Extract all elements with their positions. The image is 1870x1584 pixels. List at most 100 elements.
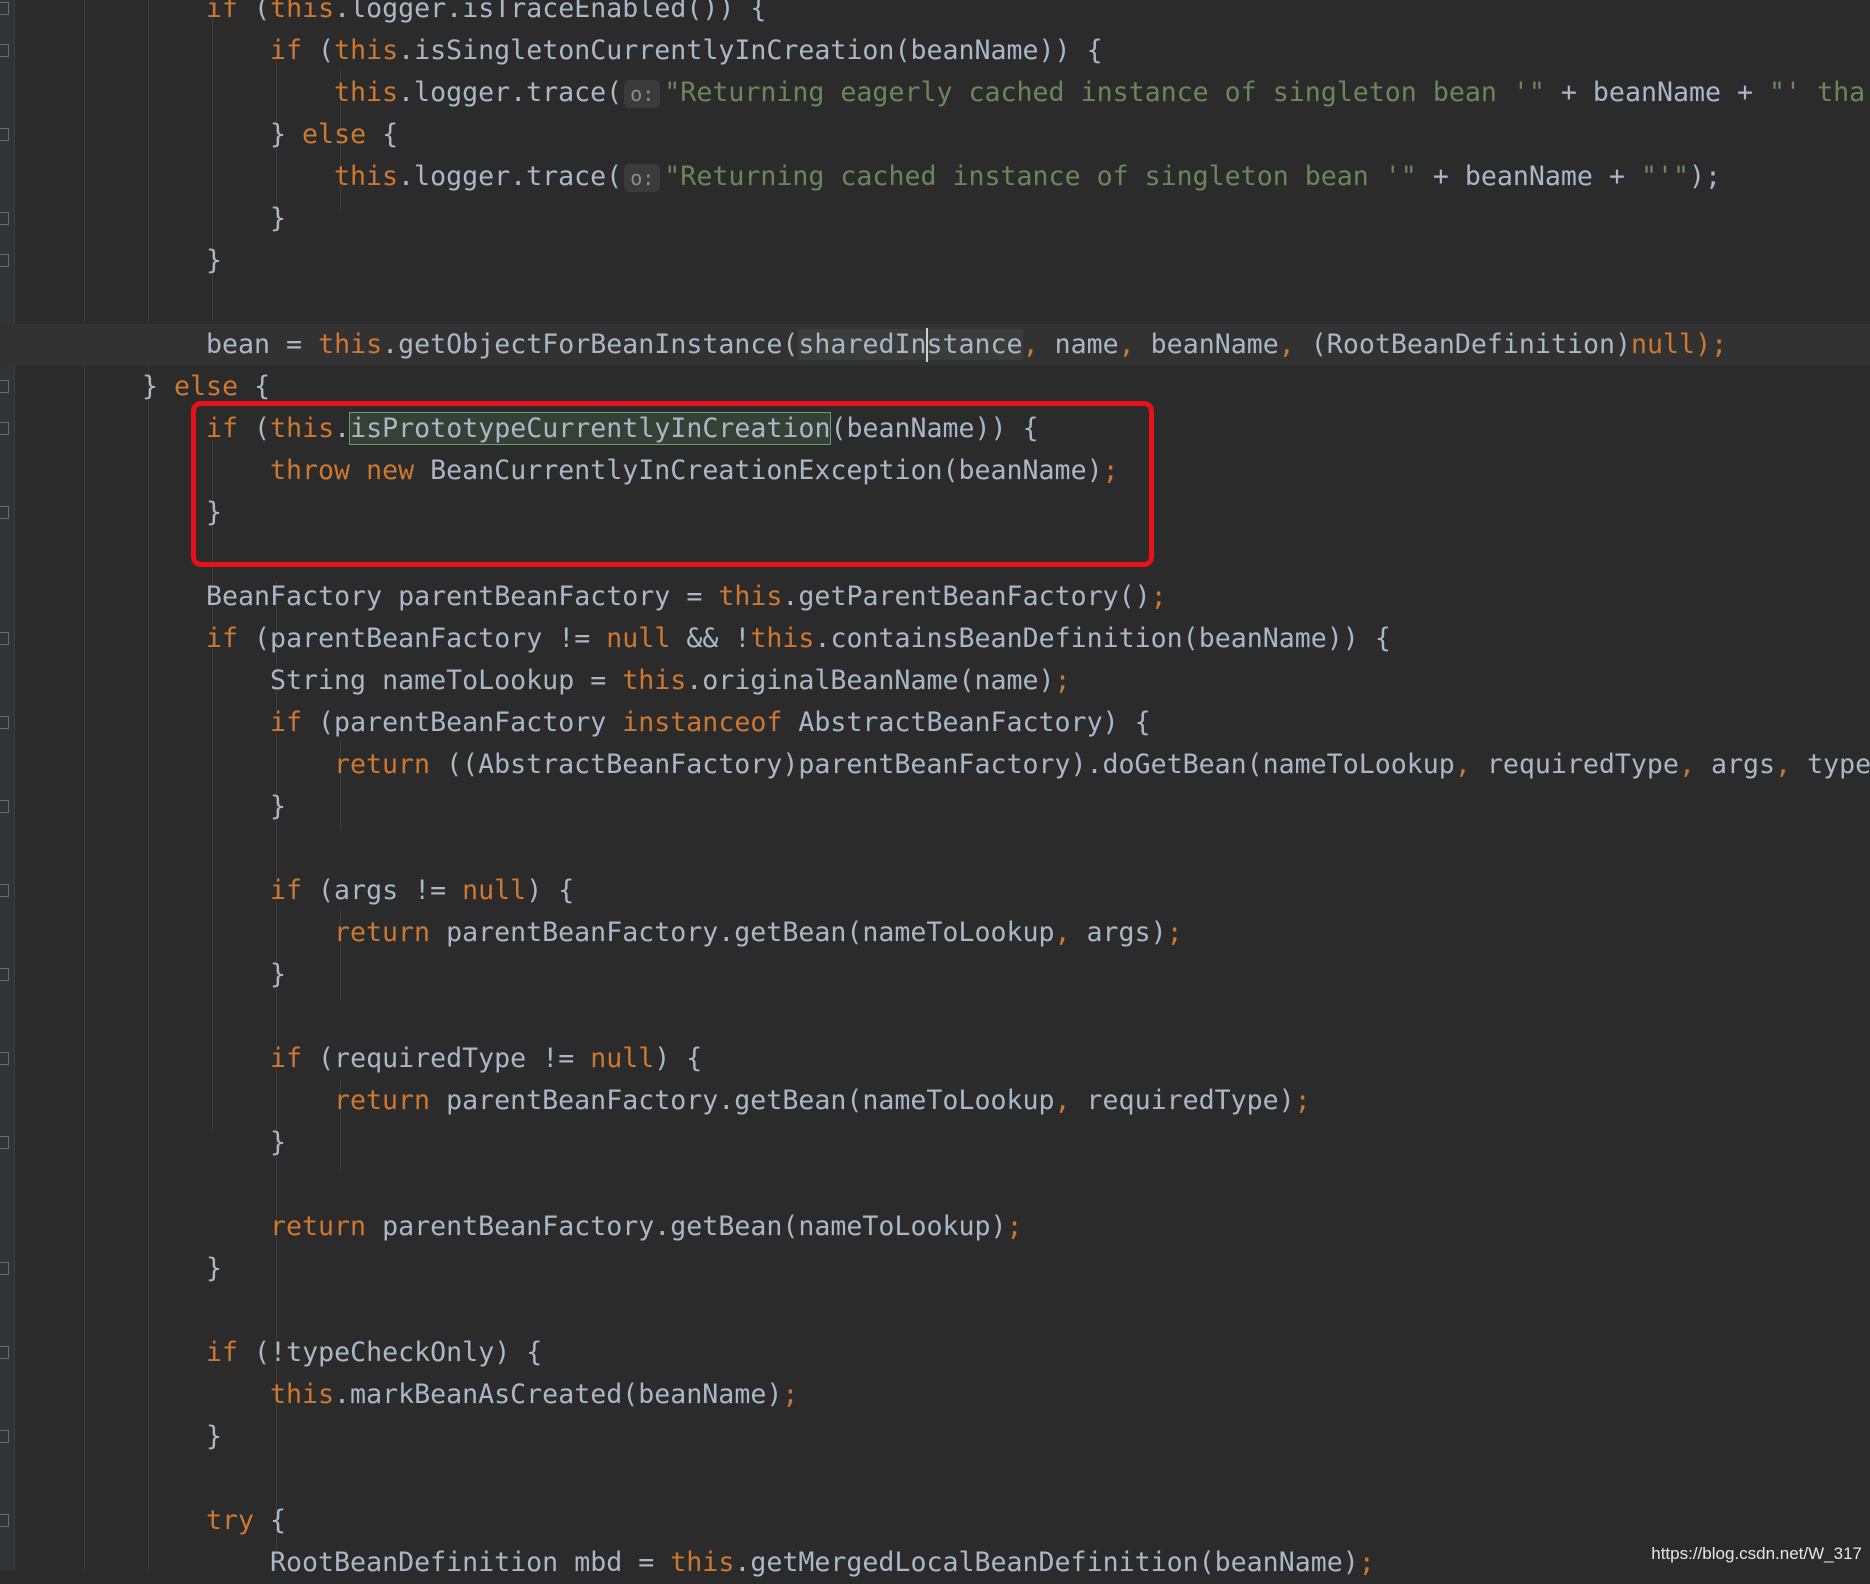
code-line[interactable]: return parentBeanFactory.getBean(nameToL… bbox=[334, 912, 1183, 954]
code-line[interactable]: if (!typeCheckOnly) { bbox=[206, 1332, 542, 1374]
code-token: (parentBeanFactory != bbox=[238, 623, 607, 654]
string-token: "' tha bbox=[1769, 77, 1866, 108]
keyword-token: this bbox=[270, 1379, 335, 1410]
code-line[interactable]: } bbox=[270, 198, 286, 240]
code-line[interactable]: return parentBeanFactory.getBean(nameToL… bbox=[334, 1080, 1311, 1122]
code-line[interactable]: } bbox=[206, 240, 222, 282]
keyword-token: this bbox=[334, 77, 399, 108]
keyword-token: ; bbox=[1054, 665, 1071, 696]
keyword-token: if bbox=[206, 1337, 239, 1368]
code-line[interactable]: RootBeanDefinition mbd = this.getMergedL… bbox=[270, 1542, 1375, 1584]
code-token: { bbox=[254, 1505, 287, 1536]
code-token: .containsBeanDefinition(beanName)) { bbox=[814, 623, 1391, 654]
keyword-token: ; bbox=[1358, 1547, 1375, 1578]
code-token: } bbox=[206, 1253, 223, 1284]
code-token: } bbox=[206, 1421, 223, 1452]
code-token: .getObjectForBeanInstance( bbox=[382, 329, 799, 360]
keyword-token: ; bbox=[1006, 1211, 1023, 1242]
code-line[interactable]: this.logger.trace(o: "Returning eagerly c… bbox=[334, 72, 1865, 114]
code-line[interactable]: if (this.isSingletonCurrentlyInCreation(… bbox=[270, 30, 1103, 72]
fold-icon[interactable] bbox=[0, 1136, 9, 1149]
fold-gutter[interactable] bbox=[0, 0, 15, 1570]
red-annotation-box bbox=[191, 401, 1154, 567]
string-token: "Returning eagerly cached instance of si… bbox=[664, 77, 1545, 108]
code-token: requiredType bbox=[1486, 749, 1679, 780]
keyword-token: if bbox=[206, 0, 239, 24]
code-line[interactable]: } else { bbox=[270, 114, 398, 156]
fold-icon[interactable] bbox=[0, 884, 9, 897]
code-line[interactable]: String nameToLookup = this.originalBeanN… bbox=[270, 660, 1071, 702]
code-line[interactable]: if (args != null) { bbox=[270, 870, 574, 912]
fold-icon[interactable] bbox=[0, 506, 9, 519]
keyword-token: if bbox=[206, 623, 239, 654]
keyword-token: if bbox=[270, 875, 303, 906]
code-token: (RootBeanDefinition) bbox=[1310, 329, 1632, 360]
keyword-token: try bbox=[206, 1505, 255, 1536]
code-token: .logger.trace( bbox=[398, 77, 623, 108]
fold-icon[interactable] bbox=[0, 968, 9, 981]
keyword-token: this bbox=[334, 161, 399, 192]
watermark: https://blog.csdn.net/W_317 bbox=[1651, 1544, 1862, 1563]
fold-icon[interactable] bbox=[0, 1430, 9, 1443]
code-token: ) { bbox=[526, 875, 575, 906]
code-line[interactable]: if (this.logger.isTraceEnabled()) { bbox=[206, 0, 766, 30]
keyword-token: instanceof bbox=[622, 707, 783, 738]
keyword-token: return bbox=[334, 1085, 431, 1116]
fold-icon[interactable] bbox=[0, 716, 9, 729]
keyword-token: this bbox=[670, 1547, 735, 1578]
code-editor[interactable]: if (this.logger.isTraceEnabled()) {if (t… bbox=[0, 0, 1870, 1578]
keyword-token: , bbox=[1118, 329, 1151, 360]
code-line[interactable]: if (parentBeanFactory instanceof Abstrac… bbox=[270, 702, 1151, 744]
code-line[interactable]: } bbox=[270, 954, 286, 996]
code-token: { bbox=[238, 371, 271, 402]
keyword-token: this bbox=[750, 623, 815, 654]
code-token: .logger.trace( bbox=[398, 161, 623, 192]
fold-icon[interactable] bbox=[0, 380, 9, 393]
code-line[interactable]: return parentBeanFactory.getBean(nameToL… bbox=[270, 1206, 1023, 1248]
code-token: requiredType) bbox=[1086, 1085, 1295, 1116]
code-token: } bbox=[270, 959, 287, 990]
code-line[interactable]: } bbox=[206, 1416, 222, 1458]
keyword-token: if bbox=[270, 1043, 303, 1074]
parameter-hint: o: bbox=[624, 164, 661, 192]
keyword-token: return bbox=[334, 749, 431, 780]
code-token: ); bbox=[1689, 161, 1722, 192]
code-line[interactable]: } bbox=[270, 786, 286, 828]
fold-icon[interactable] bbox=[0, 1514, 9, 1527]
code-line[interactable]: if (parentBeanFactory != null && !this.c… bbox=[206, 618, 1391, 660]
fold-icon[interactable] bbox=[0, 1262, 9, 1275]
keyword-token: this bbox=[622, 665, 687, 696]
keyword-token: return bbox=[334, 917, 431, 948]
keyword-token: , bbox=[1054, 917, 1087, 948]
code-line[interactable]: this.markBeanAsCreated(beanName); bbox=[270, 1374, 798, 1416]
code-token: parentBeanFactory.getBean(nameToLookup bbox=[430, 917, 1055, 948]
keyword-token: ; bbox=[782, 1379, 799, 1410]
fold-icon[interactable] bbox=[0, 254, 9, 267]
code-line[interactable]: return ((AbstractBeanFactory)parentBeanF… bbox=[334, 744, 1870, 786]
fold-icon[interactable] bbox=[0, 2, 9, 15]
code-line[interactable]: bean = this.getObjectForBeanInstance(sha… bbox=[206, 324, 1727, 366]
code-token: .markBeanAsCreated(beanName) bbox=[334, 1379, 783, 1410]
keyword-token: if bbox=[270, 707, 303, 738]
fold-icon[interactable] bbox=[0, 1346, 9, 1359]
fold-icon[interactable] bbox=[0, 212, 9, 225]
fold-icon[interactable] bbox=[0, 128, 9, 141]
keyword-token: , bbox=[1278, 329, 1311, 360]
code-token: ( bbox=[238, 0, 271, 24]
code-line[interactable]: this.logger.trace(o: "Returning cached in… bbox=[334, 156, 1721, 198]
fold-icon[interactable] bbox=[0, 800, 9, 813]
code-line[interactable]: } bbox=[206, 1248, 222, 1290]
fold-icon[interactable] bbox=[0, 632, 9, 645]
code-token: ( bbox=[302, 35, 335, 66]
fold-icon[interactable] bbox=[0, 44, 9, 57]
code-token: .getMergedLocalBeanDefinition(beanName) bbox=[734, 1547, 1359, 1578]
code-line[interactable]: } bbox=[270, 1122, 286, 1164]
code-line[interactable]: try { bbox=[206, 1500, 286, 1542]
fold-icon[interactable] bbox=[0, 422, 9, 435]
code-line[interactable]: if (requiredType != null) { bbox=[270, 1038, 702, 1080]
keyword-token: ; bbox=[1150, 581, 1167, 612]
code-line[interactable]: BeanFactory parentBeanFactory = this.get… bbox=[206, 576, 1167, 618]
code-token: } bbox=[270, 1127, 287, 1158]
code-token: parentBeanFactory.getBean(nameToLookup bbox=[430, 1085, 1055, 1116]
fold-icon[interactable] bbox=[0, 1052, 9, 1065]
